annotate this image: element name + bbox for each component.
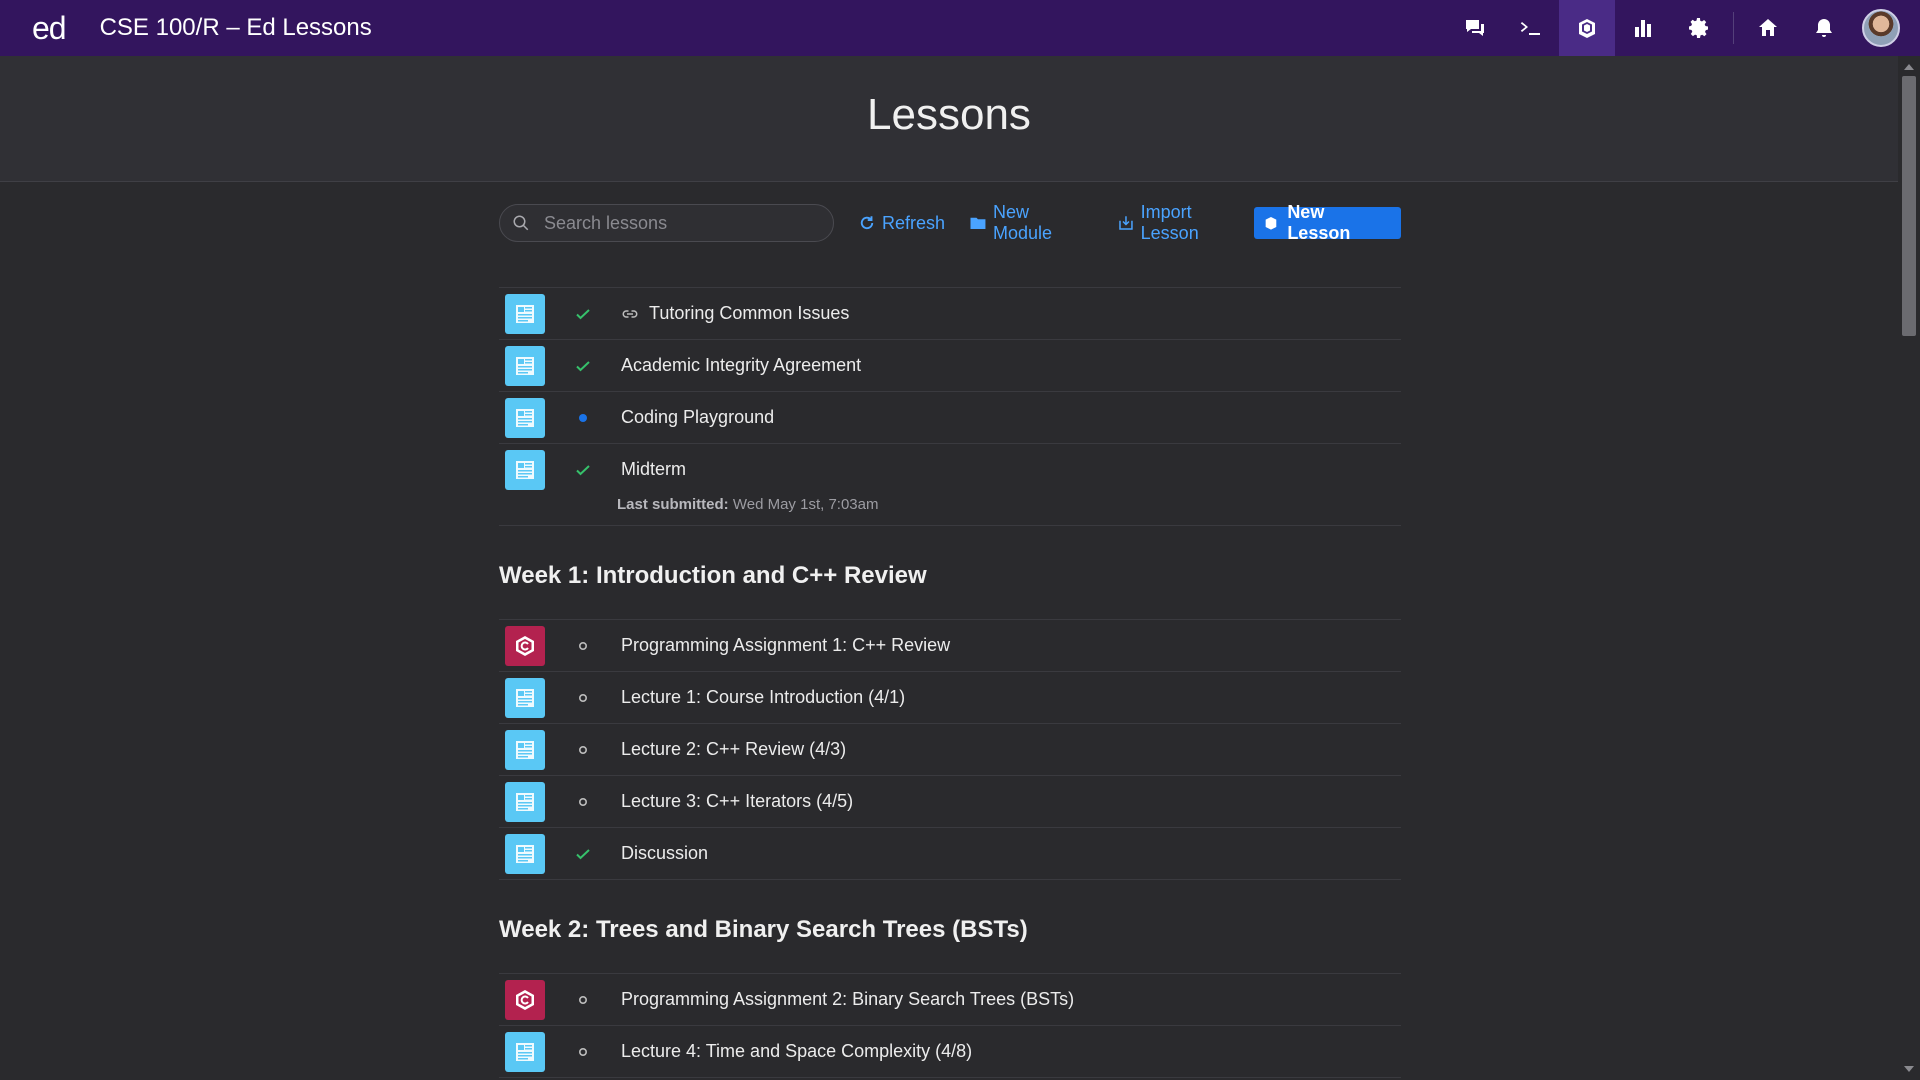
document-icon bbox=[505, 449, 545, 490]
document-icon bbox=[505, 833, 545, 874]
lesson-title: Programming Assignment 2: Binary Search … bbox=[621, 989, 1075, 1009]
document-icon bbox=[505, 293, 545, 334]
completed-check-icon bbox=[571, 302, 595, 326]
lesson-row[interactable]: Lecture 3: C++ Iterators (4/5) bbox=[499, 775, 1401, 827]
lesson-row[interactable]: Coding Playground bbox=[499, 391, 1401, 443]
lessons-icon[interactable] bbox=[1559, 0, 1615, 56]
lesson-row[interactable]: Academic Integrity Agreement bbox=[499, 339, 1401, 391]
not-started-circle-icon bbox=[571, 686, 595, 710]
new-module-button[interactable]: New Module bbox=[969, 202, 1093, 244]
topbar-divider bbox=[1733, 12, 1734, 44]
not-started-circle-icon bbox=[571, 634, 595, 658]
search-input[interactable] bbox=[542, 211, 816, 235]
search-box[interactable] bbox=[499, 204, 835, 242]
lesson-row[interactable]: Lecture 4: Time and Space Complexity (4/… bbox=[499, 1025, 1401, 1077]
avatar[interactable] bbox=[1862, 9, 1900, 47]
lesson-title: Coding Playground bbox=[621, 407, 775, 427]
lesson-title: Programming Assignment 1: C++ Review bbox=[621, 635, 951, 655]
not-started-circle-icon bbox=[571, 790, 595, 814]
lesson-row[interactable]: Programming Assignment 1: C++ Review bbox=[499, 619, 1401, 671]
document-icon bbox=[505, 677, 545, 718]
document-icon bbox=[505, 397, 545, 438]
module-title[interactable]: Week 2: Trees and Binary Search Trees (B… bbox=[499, 880, 1401, 973]
new-lesson-label: New Lesson bbox=[1287, 202, 1351, 243]
lesson-title: Midterm bbox=[621, 459, 687, 479]
document-icon bbox=[505, 781, 545, 822]
home-icon[interactable] bbox=[1740, 0, 1796, 56]
chat-icon[interactable] bbox=[1447, 0, 1503, 56]
completed-check-icon bbox=[571, 458, 595, 482]
lesson-title: Lecture 2: C++ Review (4/3) bbox=[621, 739, 847, 759]
last-submitted-label: Last submitted: bbox=[617, 496, 729, 513]
lesson-title: Discussion bbox=[621, 843, 709, 863]
new-module-label: New Module bbox=[992, 202, 1053, 243]
page-title: Lessons bbox=[867, 89, 1031, 139]
lesson-title: Tutoring Common Issues bbox=[621, 303, 849, 324]
course-title: CSE 100/R – Ed Lessons bbox=[99, 14, 372, 41]
last-submitted-value: Wed May 1st, 7:03am bbox=[728, 496, 879, 513]
lesson-title: Academic Integrity Agreement bbox=[621, 355, 862, 375]
lesson-row[interactable]: Lecture 2: C++ Review (4/3) bbox=[499, 723, 1401, 775]
lesson-row[interactable]: Tutoring Common Issues bbox=[499, 287, 1401, 339]
scroll-down-icon[interactable] bbox=[1904, 1066, 1914, 1072]
lesson-title: Lecture 4: Time and Space Complexity (4/… bbox=[621, 1041, 973, 1061]
terminal-icon[interactable] bbox=[1503, 0, 1559, 56]
lesson-title: Lecture 1: Course Introduction (4/1) bbox=[621, 687, 906, 707]
document-icon bbox=[505, 345, 545, 386]
settings-icon[interactable] bbox=[1671, 0, 1727, 56]
lesson-icon bbox=[1266, 217, 1277, 230]
cpp-icon bbox=[505, 979, 545, 1020]
ed-logo[interactable]: ed bbox=[32, 10, 67, 47]
lessons-list: Tutoring Common Issues Academic Integrit… bbox=[499, 287, 1401, 1078]
import-icon bbox=[1118, 216, 1133, 230]
import-lesson-button[interactable]: Import Lesson bbox=[1117, 202, 1255, 244]
lesson-title-text: Tutoring Common Issues bbox=[649, 303, 850, 323]
top-bar: ed CSE 100/R – Ed Lessons bbox=[0, 0, 1920, 56]
new-lesson-button[interactable]: New Lesson bbox=[1254, 202, 1401, 243]
lessons-toolbar: Refresh New Module Import Lesson New Les… bbox=[499, 202, 1401, 244]
refresh-button[interactable]: Refresh bbox=[858, 213, 945, 234]
module-title[interactable]: Week 1: Introduction and C++ Review bbox=[499, 526, 1401, 619]
scroll-up-icon[interactable] bbox=[1904, 64, 1914, 70]
document-icon bbox=[505, 1031, 545, 1072]
last-submitted: Last submitted: Wed May 1st, 7:03am bbox=[617, 496, 878, 513]
completed-check-icon bbox=[571, 842, 595, 866]
lesson-row[interactable]: Midterm Last submitted: Wed May 1st, 7:0… bbox=[499, 443, 1401, 525]
page-header: Lessons bbox=[0, 56, 1898, 182]
refresh-icon bbox=[860, 216, 874, 230]
lesson-row[interactable]: Discussion bbox=[499, 827, 1401, 879]
cpp-icon bbox=[505, 625, 545, 666]
bell-icon[interactable] bbox=[1796, 0, 1852, 56]
not-started-circle-icon bbox=[571, 1040, 595, 1064]
lesson-row[interactable]: Programming Assignment 2: Binary Search … bbox=[499, 973, 1401, 1025]
import-lesson-label: Import Lesson bbox=[1140, 202, 1199, 243]
lesson-title: Lecture 3: C++ Iterators (4/5) bbox=[621, 791, 854, 811]
document-icon bbox=[505, 729, 545, 770]
search-icon bbox=[513, 215, 529, 231]
not-started-circle-icon bbox=[571, 988, 595, 1012]
scroll-thumb[interactable] bbox=[1902, 76, 1916, 336]
not-started-circle-icon bbox=[571, 738, 595, 762]
scrollbar[interactable] bbox=[1898, 56, 1920, 1080]
in-progress-dot-icon bbox=[571, 406, 595, 430]
link-icon bbox=[622, 309, 638, 318]
lesson-row[interactable]: Lecture 1: Course Introduction (4/1) bbox=[499, 671, 1401, 723]
refresh-label: Refresh bbox=[882, 212, 946, 233]
analytics-icon[interactable] bbox=[1615, 0, 1671, 56]
top-icons bbox=[1447, 0, 1900, 56]
completed-check-icon bbox=[571, 354, 595, 378]
folder-icon bbox=[970, 217, 986, 229]
